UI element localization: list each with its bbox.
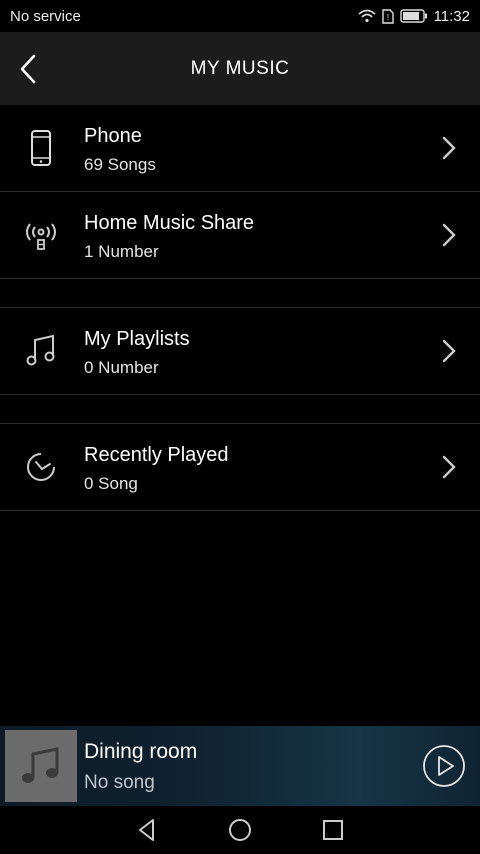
mini-player[interactable]: Dining room No song (0, 726, 480, 806)
room-name: Dining room (84, 740, 198, 763)
music-note-icon (22, 747, 59, 783)
carrier-text: No service (10, 7, 81, 25)
item-count: 0 Number (84, 358, 159, 377)
chevron-right-icon (442, 223, 456, 247)
chevron-right-icon (442, 455, 456, 479)
list-item-phone[interactable]: Phone 69 Songs (0, 105, 480, 192)
nav-recents-icon[interactable] (320, 817, 346, 843)
phone-icon (31, 130, 51, 166)
sim-missing-icon: ! (381, 8, 394, 24)
wireless-share-icon (26, 223, 56, 250)
status-bar: No service ! 11:32 (0, 0, 480, 32)
item-count: 0 Song (84, 474, 138, 493)
chevron-right-icon (442, 339, 456, 363)
svg-text:!: ! (386, 13, 388, 22)
item-label: My Playlists (84, 328, 190, 350)
album-art (5, 730, 77, 802)
section-gap (0, 279, 480, 308)
wifi-icon (357, 9, 376, 23)
list-item-recently-played[interactable]: Recently Played 0 Song (0, 424, 480, 511)
nav-back-icon[interactable] (134, 817, 160, 843)
item-label: Recently Played (84, 444, 229, 466)
section-gap (0, 395, 480, 424)
top-app-bar: MY MUSIC (0, 32, 480, 105)
clock-icon (27, 453, 55, 481)
back-arrow-icon[interactable] (14, 52, 44, 86)
item-count: 1 Number (84, 242, 159, 261)
list-item-my-playlists[interactable]: My Playlists 0 Number (0, 308, 480, 395)
page-title: MY MUSIC (190, 57, 290, 79)
item-label: Phone (84, 125, 142, 147)
clock-time: 11:32 (433, 7, 470, 25)
music-note-icon (26, 334, 55, 366)
song-title: No song (84, 772, 155, 793)
item-count: 69 Songs (84, 155, 156, 174)
list-item-home-music-share[interactable]: Home Music Share 1 Number (0, 192, 480, 279)
music-source-list: Phone 69 Songs Home Music Share 1 Number (0, 105, 480, 511)
battery-icon (399, 9, 427, 23)
system-nav-bar (0, 806, 480, 854)
item-label: Home Music Share (84, 212, 255, 234)
nav-home-icon[interactable] (227, 817, 253, 843)
chevron-right-icon (442, 136, 456, 160)
play-icon[interactable] (422, 744, 466, 788)
